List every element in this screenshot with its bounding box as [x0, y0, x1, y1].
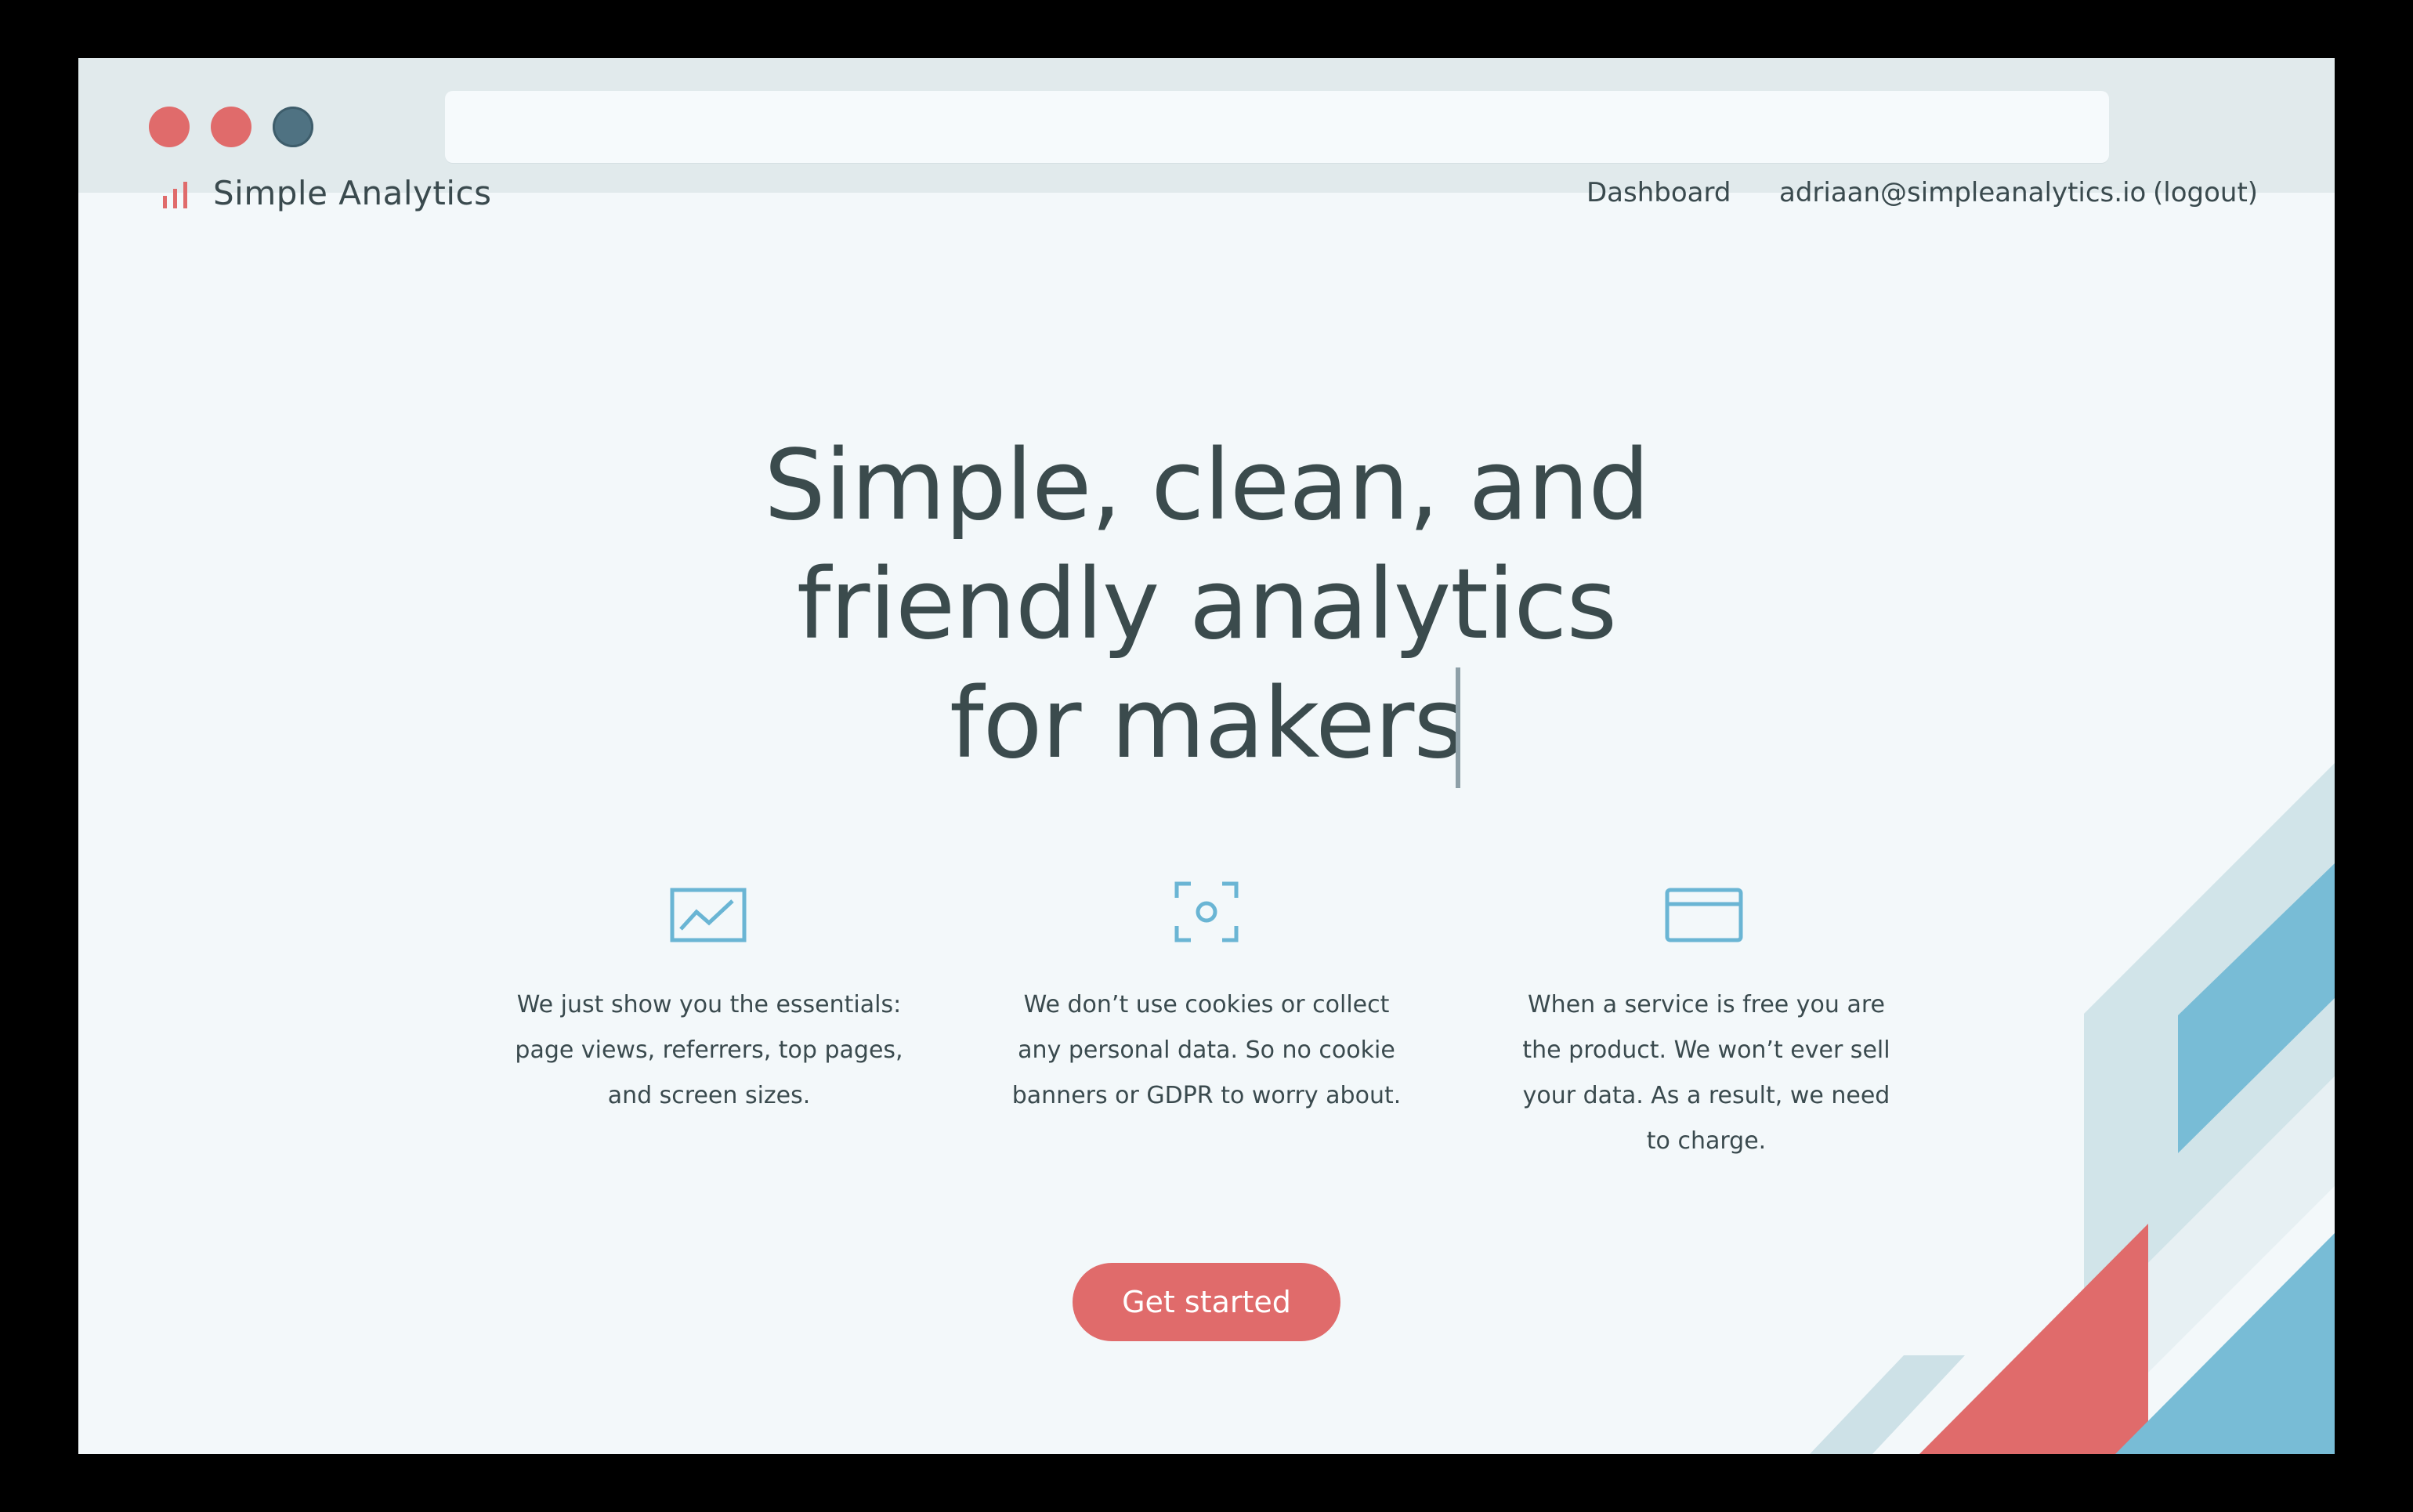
minimize-window-button[interactable] [211, 107, 251, 147]
credit-card-icon [1665, 888, 1743, 942]
line-chart-icon [670, 888, 747, 942]
address-bar[interactable] [445, 91, 2109, 163]
feature-line: any personal data. So no cookie [1018, 1036, 1395, 1064]
browser-window: Simple Analytics Dashboard adriaan@simpl… [78, 58, 2335, 1454]
feature-essentials-text: We just show you the essentials: page vi… [474, 982, 944, 1119]
hero-line-2: friendly analytics [796, 548, 1617, 661]
brand-name[interactable]: Simple Analytics [213, 174, 491, 212]
feature-line: We just show you the essentials: [516, 991, 902, 1018]
feature-line: When a service is free you are [1528, 991, 1885, 1018]
maximize-window-button[interactable] [273, 107, 313, 147]
text-cursor [1456, 667, 1460, 788]
get-started-button[interactable]: Get started [1073, 1263, 1340, 1341]
feature-privacy-text: We don’t use cookies or collect any pers… [971, 982, 1442, 1119]
privacy-focus-icon [1174, 881, 1239, 942]
hero-headline: Simple, clean, and friendly analytics fo… [501, 426, 1912, 783]
nav-account-email[interactable]: adriaan@simpleanalytics.io [1779, 177, 2146, 208]
hero-line-1: Simple, clean, and [764, 429, 1650, 542]
feature-line: banners or GDPR to worry about. [1011, 1082, 1402, 1109]
feature-pricing-text: When a service is free you are the produ… [1471, 982, 1941, 1164]
feature-line: to charge. [1646, 1127, 1767, 1155]
logout-link[interactable]: (logout) [2153, 177, 2258, 208]
feature-line: page views, referrers, top pages, [515, 1036, 903, 1064]
feature-line: your data. As a result, we need [1522, 1082, 1890, 1109]
feature-line: We don’t use cookies or collect [1023, 991, 1390, 1018]
browser-toolbar [78, 58, 2335, 193]
feature-line: and screen sizes. [607, 1082, 811, 1109]
nav-dashboard-link[interactable]: Dashboard [1586, 177, 1731, 208]
feature-line: the product. We won’t ever sell [1522, 1036, 1890, 1064]
close-window-button[interactable] [149, 107, 190, 147]
bar-chart-icon [163, 182, 187, 208]
hero-line-3: for makers [950, 667, 1464, 780]
